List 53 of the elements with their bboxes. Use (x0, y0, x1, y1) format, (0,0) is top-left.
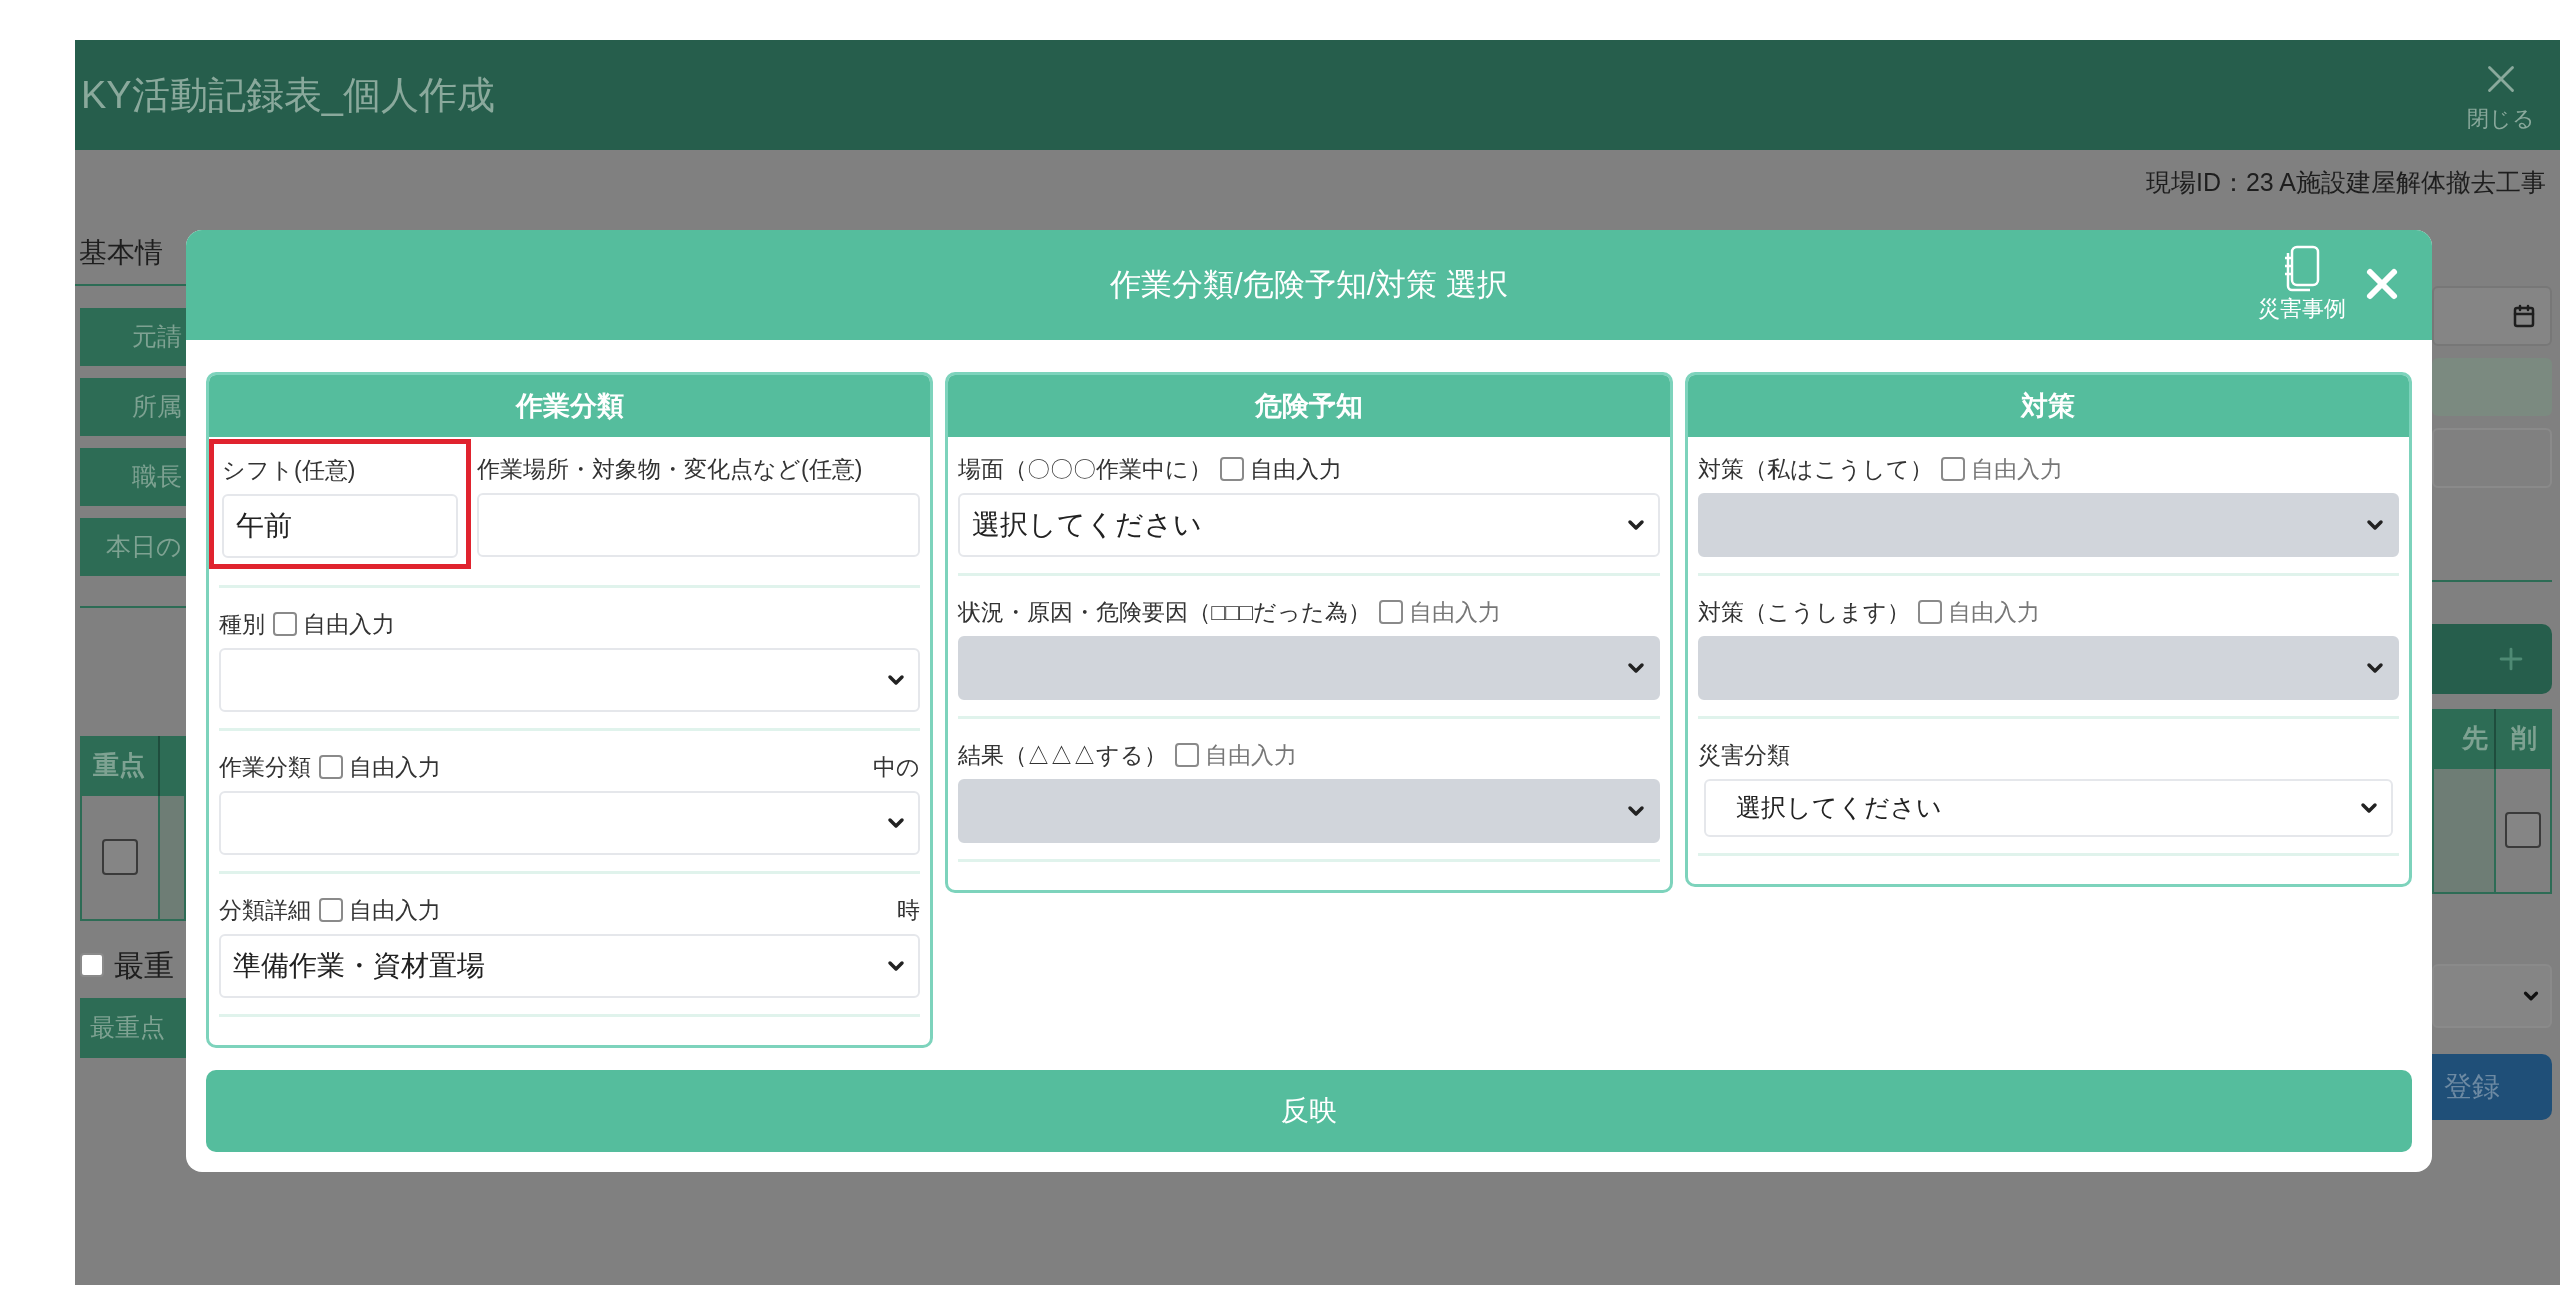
checkbox[interactable] (80, 953, 104, 977)
field-label: 本日の (80, 517, 186, 576)
field-label: シフト(任意) (222, 455, 356, 485)
checkbox[interactable] (319, 898, 343, 922)
free-input-label: 自由入力 (349, 752, 441, 782)
free-input-label: 自由入力 (1409, 597, 1501, 627)
column-header: 重点 (80, 735, 160, 796)
section-header: 危険予知 (948, 375, 1670, 437)
calendar-icon (2512, 303, 2536, 328)
checkbox[interactable] (1220, 457, 1245, 481)
select-field[interactable]: 選択してください (1703, 779, 2393, 837)
field-label: 対策（こうします） (1697, 597, 1910, 627)
select-field[interactable] (2432, 963, 2552, 1028)
checkbox[interactable] (319, 755, 343, 779)
checkbox[interactable] (102, 839, 138, 875)
column-header: 削 (2510, 722, 2538, 755)
checkbox-label: 最重 (114, 947, 174, 984)
field-label: 災害分類 (1697, 740, 1790, 770)
free-input-label: 自由入力 (349, 895, 441, 925)
checkbox[interactable] (2505, 812, 2541, 848)
section-header: 対策 (1687, 375, 2409, 437)
modal-title: 作業分類/危険予知/対策 選択 (1110, 265, 1508, 304)
field-note: 中の (873, 752, 921, 782)
field-label: 対策（私はこうして） (1697, 454, 1933, 484)
select-field[interactable]: 選択してください (958, 493, 1660, 557)
section-header: 作業分類 (209, 375, 931, 437)
field-label: 所属 (80, 377, 186, 436)
page-title: KY活動記録表_個人作成 (81, 72, 495, 118)
free-input-label: 自由入力 (303, 609, 395, 639)
section-heading: 基本情 (78, 235, 164, 270)
field-label: 状況・原因・危険要因（□□□だった為） (958, 597, 1371, 627)
field-label: 結果（△△△する） (958, 740, 1168, 770)
field-label: 作業場所・対象物・変化点など(任意) (477, 454, 863, 484)
site-id: 現場ID：23 A施設建屋解体撤去工事 (2145, 167, 2546, 198)
add-button[interactable] (2432, 623, 2552, 694)
field-label: 職長 (80, 447, 186, 506)
select-field[interactable]: 準備作業・資材置場 (219, 934, 921, 998)
priority-bar: 最重点 (80, 997, 186, 1058)
free-input-label: 自由入力 (1970, 454, 2063, 484)
field-label: 作業分類 (219, 752, 311, 782)
text-field[interactable] (2432, 357, 2552, 416)
field-label: 分類詳細 (219, 895, 311, 925)
field-label: 元請 (80, 307, 186, 366)
field-note: 時 (897, 895, 921, 925)
text-field[interactable] (2432, 427, 2552, 488)
free-input-label: 自由入力 (1250, 454, 1343, 484)
free-input-label: 自由入力 (1205, 740, 1298, 770)
free-input-label: 自由入力 (1947, 597, 2040, 627)
field-label: 種別 (219, 609, 265, 639)
date-field[interactable] (2432, 285, 2552, 346)
checkbox[interactable] (273, 612, 297, 636)
field-label: 場面（〇〇〇作業中に） (958, 454, 1213, 484)
text-field[interactable]: 午前 (222, 494, 458, 558)
